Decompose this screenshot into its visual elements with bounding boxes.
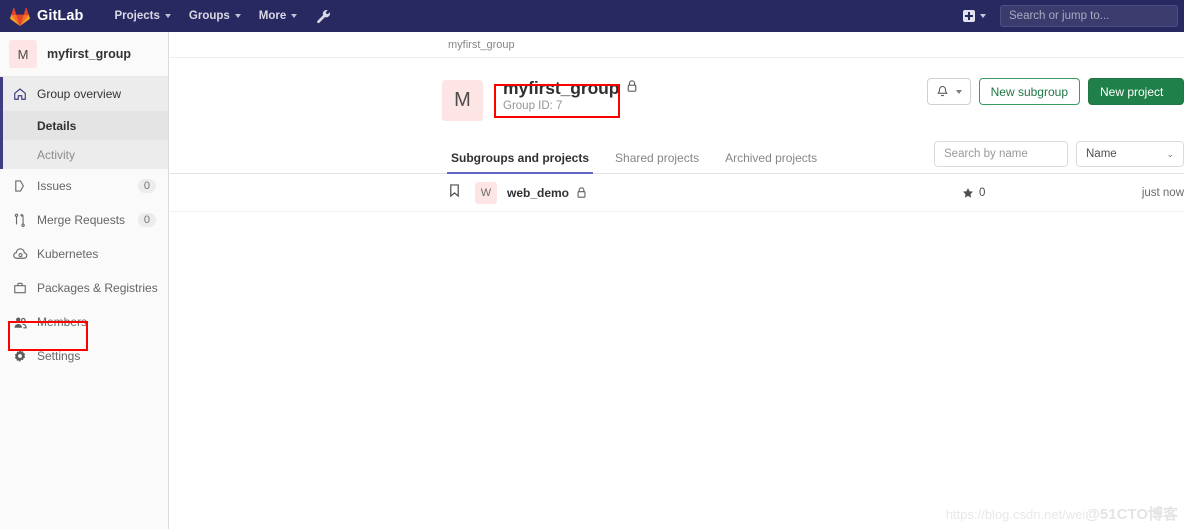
sidebar-group-header[interactable]: M myfirst_group <box>0 32 168 77</box>
sidebar-details-label: Details <box>37 118 77 133</box>
project-star-value: 0 <box>979 186 986 199</box>
lock-icon <box>626 79 638 98</box>
sidebar-group-name: myfirst_group <box>47 47 132 61</box>
group-avatar: M <box>442 80 483 121</box>
tab-subgroups-and-projects[interactable]: Subgroups and projects <box>446 151 594 174</box>
sidebar-item-merge-requests[interactable]: Merge Requests 0 <box>0 203 168 237</box>
top-navbar: GitLab Projects Groups More <box>0 0 1184 32</box>
nav-projects[interactable]: Projects <box>106 0 180 32</box>
sidebar-item-packages-registries[interactable]: Packages & Registries <box>0 271 168 305</box>
tab-archived-projects[interactable]: Archived projects <box>722 151 820 173</box>
new-subgroup-label: New subgroup <box>990 84 1068 99</box>
project-name-link[interactable]: web_demo <box>507 186 569 200</box>
project-avatar: W <box>475 181 497 204</box>
group-header-actions: New subgroup New project <box>926 78 1184 105</box>
admin-wrench-button[interactable] <box>316 9 331 24</box>
chevron-down-icon: ⌄ <box>1166 148 1174 159</box>
new-project-button[interactable]: New project <box>1088 78 1184 105</box>
sidebar-merge-requests-label: Merge Requests <box>37 213 126 227</box>
sidebar-item-details[interactable]: Details <box>3 111 168 140</box>
create-new-button[interactable] <box>957 10 992 22</box>
gitlab-brand-text: GitLab <box>37 8 84 24</box>
bookmark-icon[interactable] <box>448 183 461 203</box>
sidebar-group-overview-section: Group overview Details Activity <box>0 77 168 169</box>
sidebar-issues-label: Issues <box>37 179 72 193</box>
sort-by-value: Name <box>1086 148 1117 160</box>
sidebar-activity-label: Activity <box>37 147 76 162</box>
sidebar-item-issues[interactable]: Issues 0 <box>0 169 168 203</box>
watermark-brand: @51CTO博客 <box>1085 506 1178 523</box>
project-tabs: Subgroups and projects Shared projects A… <box>170 141 1184 174</box>
sidebar-group-overview-label: Group overview <box>37 87 122 101</box>
nav-groups-label: Groups <box>188 10 230 22</box>
sidebar-item-group-overview[interactable]: Group overview <box>3 77 168 111</box>
members-icon <box>12 314 28 330</box>
watermark-url: https://blog.csdn.net/wei <box>945 507 1086 522</box>
lock-icon <box>576 186 587 199</box>
package-icon <box>12 280 28 296</box>
nav-groups[interactable]: Groups <box>180 0 250 32</box>
sidebar-item-settings[interactable]: Settings <box>0 339 168 373</box>
kubernetes-icon <box>12 246 28 262</box>
plus-square-icon <box>963 10 975 22</box>
chevron-down-icon <box>234 14 241 18</box>
tab-archived-projects-label: Archived projects <box>725 151 818 165</box>
new-project-label: New project <box>1100 84 1164 99</box>
sidebar-packages-registries-label: Packages & Registries <box>37 281 158 295</box>
chevron-down-icon <box>955 89 962 94</box>
gitlab-logo-link[interactable]: GitLab <box>10 7 84 26</box>
sidebar-item-activity[interactable]: Activity <box>3 140 168 169</box>
chevron-down-icon <box>980 14 986 18</box>
tab-shared-projects-label: Shared projects <box>615 151 700 165</box>
project-list-tools: Name ⌄ <box>934 141 1184 167</box>
watermark: https://blog.csdn.net/wei @51CTO博客 <box>946 503 1178 524</box>
sidebar-merge-requests-count: 0 <box>137 213 156 227</box>
tab-subgroups-and-projects-label: Subgroups and projects <box>451 151 590 165</box>
chevron-down-icon <box>291 14 298 18</box>
sidebar-members-label: Members <box>37 315 88 329</box>
sidebar-item-members[interactable]: Members <box>0 305 168 339</box>
navbar-right <box>957 0 1184 32</box>
bell-icon <box>936 85 948 97</box>
group-header: M myfirst_group Group ID: 7 New subgroup… <box>170 58 1184 121</box>
gear-icon <box>12 348 28 364</box>
tab-shared-projects[interactable]: Shared projects <box>612 151 702 173</box>
breadcrumb-group-link[interactable]: myfirst_group <box>448 39 515 51</box>
group-meta: myfirst_group Group ID: 7 <box>503 76 638 112</box>
sidebar-group-avatar: M <box>9 40 37 68</box>
nav-projects-label: Projects <box>114 10 160 22</box>
breadcrumb: myfirst_group <box>170 32 1184 58</box>
main-content: myfirst_group M myfirst_group Group ID: … <box>170 32 1184 529</box>
notifications-dropdown-button[interactable] <box>926 78 971 105</box>
nav-more[interactable]: More <box>250 0 306 32</box>
issues-icon <box>12 178 28 194</box>
star-icon <box>962 187 974 198</box>
wrench-icon <box>317 9 331 23</box>
table-row[interactable]: W web_demo 0 just now <box>170 174 1184 212</box>
project-star-count[interactable]: 0 <box>962 187 985 199</box>
left-sidebar: M myfirst_group Group overview Details A… <box>0 32 169 529</box>
chevron-down-icon <box>164 14 171 18</box>
project-updated-time: just now <box>1141 186 1184 199</box>
gitlab-tanuki-icon <box>10 7 30 26</box>
new-subgroup-button[interactable]: New subgroup <box>978 78 1080 105</box>
sidebar-settings-label: Settings <box>37 349 81 363</box>
page-title: myfirst_group <box>503 78 620 98</box>
merge-request-icon <box>12 212 28 228</box>
navbar-links: Projects Groups More <box>106 0 332 32</box>
group-title-row: myfirst_group <box>503 78 638 99</box>
sort-by-dropdown[interactable]: Name ⌄ <box>1076 141 1184 167</box>
global-search-input[interactable] <box>1000 5 1178 27</box>
sidebar-kubernetes-label: Kubernetes <box>37 247 99 261</box>
sidebar-issues-count: 0 <box>137 179 156 193</box>
group-id-text: Group ID: 7 <box>503 100 563 112</box>
search-by-name-input[interactable] <box>934 141 1068 167</box>
sidebar-item-kubernetes[interactable]: Kubernetes <box>0 237 168 271</box>
home-icon <box>12 86 28 102</box>
nav-more-label: More <box>258 10 287 22</box>
